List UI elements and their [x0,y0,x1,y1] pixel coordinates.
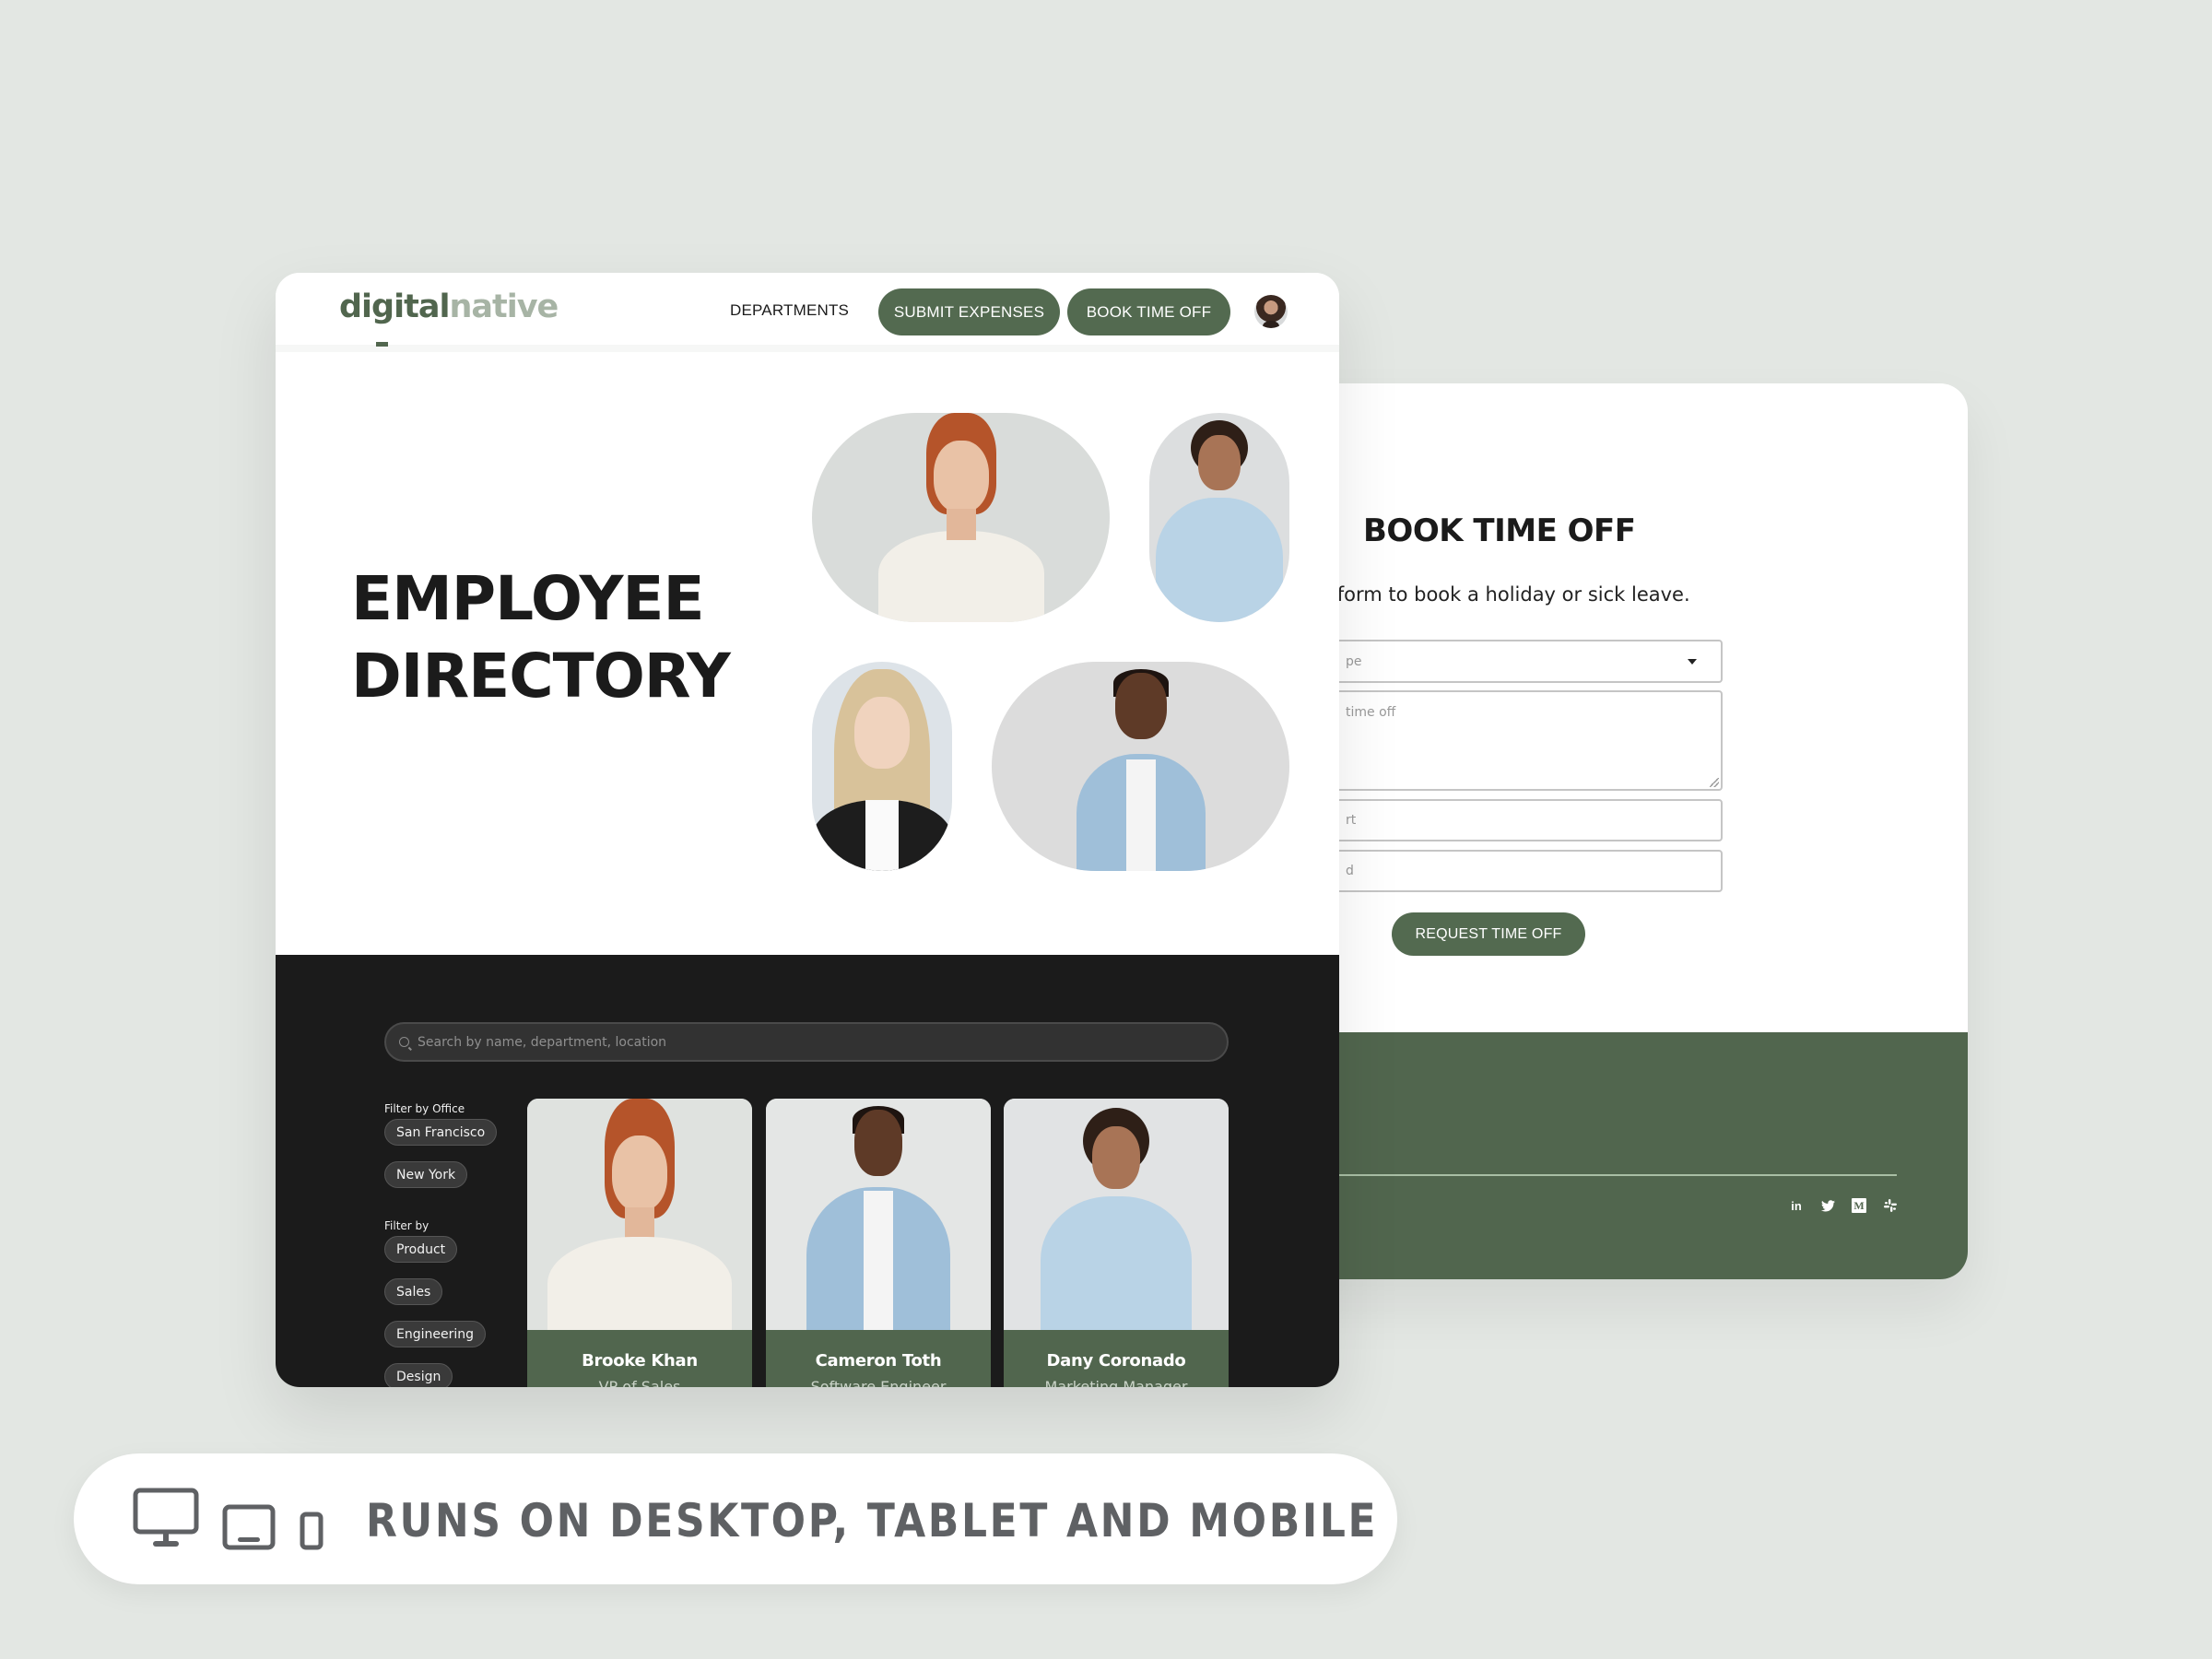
employee-role: Marketing Manager [1044,1378,1188,1387]
employee-role: Software Engineer [810,1378,947,1387]
filter-chip-engineering[interactable]: Engineering [384,1321,486,1347]
redhead-woman-portrait [812,413,1110,622]
medium-icon[interactable]: M [1852,1198,1866,1213]
search-placeholder: Search by name, department, location [418,1034,667,1050]
employee-photo [527,1099,752,1330]
employee-photo [766,1099,991,1330]
glasses-man-portrait [992,662,1289,871]
filter-chip-sales[interactable]: Sales [384,1278,443,1305]
leave-type-placeholder: pe [1346,653,1362,669]
page-title: EMPLOYEE DIRECTORY [351,560,731,715]
portrait-figure [860,413,1063,622]
book-time-off-subtitle: e the form to book a holiday or sick lea… [1281,583,1690,606]
employee-info: Brooke Khan VP of Sales [527,1330,752,1387]
employee-card[interactable]: Brooke Khan VP of Sales [527,1099,752,1387]
filter-office-label: Filter by Office [384,1102,465,1115]
leave-type-select[interactable]: pe [1272,640,1723,683]
portrait-figure [1049,662,1233,871]
social-links: in M [1789,1198,1898,1213]
logo-accent-bar [376,342,388,347]
desktop-icon [133,1488,199,1547]
photo-figure [547,1099,732,1330]
employee-card[interactable]: Cameron Toth Software Engineer [766,1099,991,1387]
tablet-icon [222,1504,276,1550]
book-time-off-panel: BOOK TIME OFF e the form to book a holid… [1272,383,1968,1279]
user-avatar-icon[interactable] [1254,295,1288,328]
filter-chip-design[interactable]: Design [384,1363,453,1387]
photo-figure [786,1099,971,1330]
employee-name: Cameron Toth [815,1351,942,1371]
directory-section: Search by name, department, location Fil… [276,955,1339,1387]
filter-chip-san-francisco[interactable]: San Francisco [384,1119,498,1146]
page-title-line-2: DIRECTORY [351,641,731,712]
reason-textarea[interactable]: time off [1272,690,1723,791]
twitter-icon[interactable] [1820,1198,1835,1213]
platform-support-text: RUNS ON DESKTOP, TABLET AND MOBILE [366,1494,1379,1547]
logo-part-native: native [449,288,559,325]
employee-card[interactable]: Dany Coronado Marketing Manager [1004,1099,1229,1387]
book-time-off-title: BOOK TIME OFF [1363,512,1636,549]
end-date-input[interactable]: d [1272,850,1723,892]
hero-section: EMPLOYEE DIRECTORY [276,359,1339,955]
employee-role: VP of Sales [598,1378,681,1387]
blonde-woman-portrait [812,662,952,871]
filter-chip-product[interactable]: Product [384,1236,458,1263]
reason-placeholder: time off [1346,705,1396,720]
digitalnative-logo[interactable]: digitalnative [339,288,559,347]
slack-icon[interactable] [1883,1198,1898,1213]
employee-photo [1004,1099,1229,1330]
top-navigation: digitalnative DEPARTMENTS SUBMIT EXPENSE… [276,273,1339,352]
search-input[interactable]: Search by name, department, location [384,1022,1229,1062]
start-date-input[interactable]: rt [1272,799,1723,841]
search-icon [399,1037,409,1047]
submit-expenses-button[interactable]: SUBMIT EXPENSES [878,288,1060,335]
curly-hair-man-portrait [1149,413,1289,622]
book-time-off-button[interactable]: BOOK TIME OFF [1067,288,1230,335]
employee-name: Dany Coronado [1046,1351,1186,1371]
logo-part-digital: digital [339,288,450,325]
employee-info: Cameron Toth Software Engineer [766,1330,991,1387]
photo-figure [1024,1099,1208,1330]
request-time-off-button[interactable]: REQUEST TIME OFF [1392,912,1585,956]
linkedin-icon[interactable]: in [1789,1198,1804,1213]
platform-support-banner: RUNS ON DESKTOP, TABLET AND MOBILE [74,1453,1397,1584]
filter-department-label: Filter by [384,1219,429,1232]
resize-handle-icon[interactable] [1710,778,1719,787]
mobile-icon [300,1512,324,1550]
employee-name: Brooke Khan [582,1351,698,1371]
panel-footer: in M [1272,1032,1968,1279]
employee-directory-window: digitalnative DEPARTMENTS SUBMIT EXPENSE… [276,273,1339,1387]
chevron-down-icon [1688,659,1697,665]
nav-departments-link[interactable]: DEPARTMENTS [730,301,849,320]
portrait-figure [812,662,952,871]
employee-info: Dany Coronado Marketing Manager [1004,1330,1229,1387]
footer-divider [1272,1174,1897,1176]
start-date-placeholder: rt [1346,813,1357,828]
portrait-figure [1150,413,1288,622]
end-date-placeholder: d [1346,864,1354,878]
filter-chip-new-york[interactable]: New York [384,1161,468,1188]
page-title-line-1: EMPLOYEE [351,563,705,634]
